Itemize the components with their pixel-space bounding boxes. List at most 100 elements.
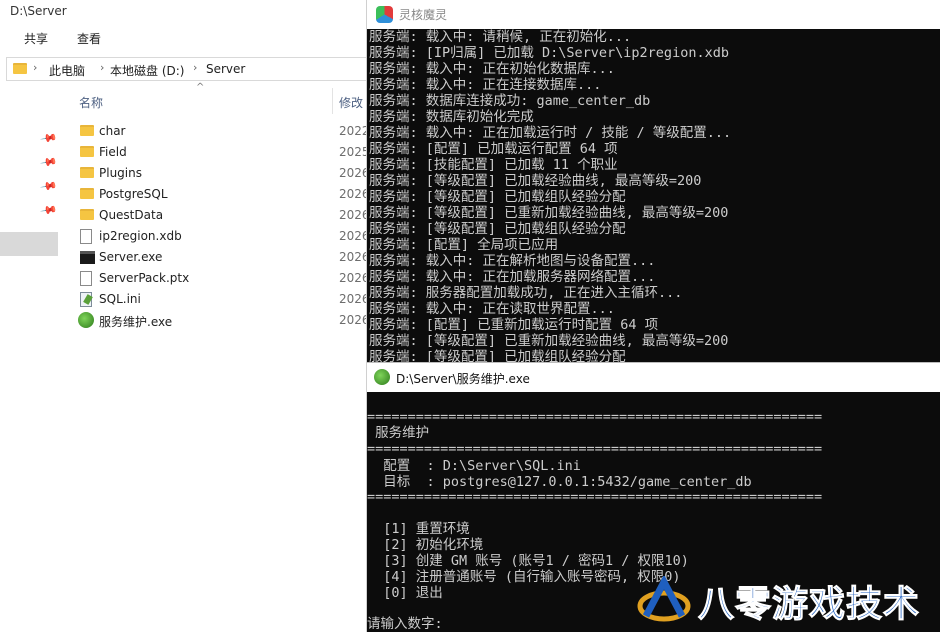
file-row[interactable]: Field 2025 [76, 142, 366, 163]
file-explorer-window: D:\Server 共享 查看 › 此电脑 › 本地磁盘 (D:) › Serv… [0, 0, 367, 632]
file-date: 2026 [339, 271, 367, 285]
file-date: 2026 [339, 229, 367, 243]
file-date: 2026 [339, 208, 367, 222]
file-name: QuestData [99, 208, 164, 222]
file-date: 2025 [339, 145, 367, 159]
file-icon [80, 229, 92, 244]
explorer-title: D:\Server [10, 4, 67, 18]
separator-rule: ========================================… [367, 441, 823, 457]
log-line: 服务端: [等级配置] 已加载组队经验分配 [369, 189, 626, 205]
pin-icon: 📌 [39, 201, 59, 220]
log-line: 服务端: 载入中: 正在读取世界配置... [369, 301, 615, 317]
pin-icon: 📌 [39, 177, 59, 196]
chevron-right-icon: › [193, 61, 198, 74]
file-date: 2026 [339, 292, 367, 306]
console-heading: 服务维护 [367, 425, 430, 441]
file-name: ServerPack.ptx [99, 271, 190, 285]
file-date: 2022 [339, 124, 367, 138]
console-titlebar[interactable]: 灵核魔灵 [367, 0, 940, 29]
folder-icon [80, 125, 94, 136]
file-row[interactable]: SQL.ini 2026 [76, 289, 366, 310]
console-log: 服务端: 载入中: 请稍候, 正在初始化... 服务端: [IP归属] 已加载 D… [369, 29, 940, 362]
log-line: 服务端: [等级配置] 已加载组队经验分配 [369, 221, 626, 237]
folder-icon [80, 209, 94, 220]
menu-option: [1] 重置环境 [367, 521, 470, 537]
folder-icon [80, 146, 94, 157]
ini-file-icon [80, 292, 92, 307]
log-line: 服务端: 服务器配置加载成功, 正在进入主循环... [369, 285, 683, 301]
breadcrumb-server[interactable]: Server [206, 62, 245, 76]
file-row[interactable]: Server.exe 2026 [76, 247, 366, 268]
address-bar[interactable]: › 此电脑 › 本地磁盘 (D:) › Server [6, 57, 366, 81]
file-name: 服务维护.exe [99, 315, 173, 329]
log-line: 服务端: [配置] 已加载运行配置 64 项 [369, 141, 618, 157]
file-row[interactable]: ServerPack.ptx 2026 [76, 268, 366, 289]
app-icon [374, 369, 390, 385]
nav-selected-item[interactable] [0, 232, 58, 256]
config-path: 配置 : D:\Server\SQL.ini [367, 458, 581, 474]
file-row[interactable]: ip2region.xdb 2026 [76, 226, 366, 247]
chevron-right-icon: › [33, 61, 38, 74]
breadcrumb-this-pc[interactable]: 此电脑 [49, 62, 85, 79]
exe-icon [80, 251, 95, 264]
navigation-pane: 📌 📌 📌 📌 [0, 118, 60, 632]
ribbon: 共享 查看 [0, 26, 366, 52]
folder-icon [80, 167, 94, 178]
file-name: ip2region.xdb [99, 229, 182, 243]
separator-rule: ========================================… [367, 409, 823, 425]
app-icon [78, 312, 94, 328]
log-line: 服务端: [等级配置] 已重新加载经验曲线, 最高等级=200 [369, 333, 729, 349]
watermark-text: 八零游戏技术 [697, 584, 921, 626]
log-line: 服务端: 载入中: 正在连接数据库... [369, 77, 602, 93]
folder-icon [13, 63, 27, 74]
menu-option: [3] 创建 GM 账号 (账号1 / 密码1 / 权限10) [367, 553, 689, 569]
menu-option: [2] 初始化环境 [367, 537, 484, 553]
file-icon [80, 271, 92, 286]
menu-option: [0] 退出 [367, 585, 443, 601]
log-line: 服务端: [等级配置] 已加载组队经验分配 [369, 349, 626, 362]
column-header-modified[interactable]: 修改 [339, 94, 363, 111]
log-line: 服务端: 载入中: 正在解析地图与设备配置... [369, 253, 656, 269]
console-titlebar[interactable]: D:\Server\服务维护.exe [367, 362, 940, 392]
file-name: Server.exe [99, 250, 163, 264]
log-line: 服务端: 载入中: 正在初始化数据库... [369, 61, 615, 77]
ribbon-tab-view[interactable]: 查看 [77, 30, 101, 47]
watermark: 八零游戏技术 [632, 572, 932, 628]
separator-rule: ========================================… [367, 489, 823, 505]
file-row[interactable]: Plugins 2026 [76, 163, 366, 184]
log-line: 服务端: 载入中: 正在加载运行时 / 技能 / 等级配置... [369, 125, 732, 141]
log-line: 服务端: 数据库连接成功: game_center_db [369, 93, 651, 109]
chevron-right-icon: › [100, 61, 105, 74]
log-line: 服务端: [配置] 已重新加载运行时配置 64 项 [369, 317, 659, 333]
file-name: SQL.ini [99, 292, 141, 306]
input-prompt[interactable]: 请输入数字: [367, 616, 443, 632]
folder-icon [80, 188, 94, 199]
log-line: 服务端: [配置] 全局项已应用 [369, 237, 559, 253]
console-title: D:\Server\服务维护.exe [396, 372, 530, 386]
file-name: Plugins [99, 166, 142, 180]
log-line: 服务端: [IP归属] 已加载 D:\Server\ip2region.xdb [369, 45, 729, 61]
log-line: 服务端: [技能配置] 已加载 11 个职业 [369, 157, 618, 173]
log-line: 服务端: [等级配置] 已重新加载经验曲线, 最高等级=200 [369, 205, 729, 221]
db-target: 目标 : postgres@127.0.0.1:5432/game_center… [367, 474, 752, 490]
server-console-window: 灵核魔灵 服务端: 载入中: 请稍候, 正在初始化... 服务端: [IP归属] … [367, 0, 940, 362]
file-row[interactable]: 服务维护.exe 2026 [76, 310, 366, 331]
column-header-name[interactable]: 名称 [79, 94, 103, 111]
file-date: 2026 [339, 187, 367, 201]
app-logo-icon [376, 6, 393, 23]
file-name: char [99, 124, 126, 138]
column-divider[interactable] [332, 88, 333, 114]
file-row[interactable]: PostgreSQL 2026 [76, 184, 366, 205]
log-line: 服务端: [等级配置] 已加载经验曲线, 最高等级=200 [369, 173, 702, 189]
file-row[interactable]: QuestData 2026 [76, 205, 366, 226]
ribbon-tab-share[interactable]: 共享 [24, 30, 48, 47]
pin-icon: 📌 [39, 153, 59, 172]
file-row[interactable]: char 2022 [76, 121, 366, 142]
sort-up-icon: ^ [196, 82, 205, 93]
file-name: Field [99, 145, 127, 159]
file-date: 2026 [339, 313, 367, 327]
file-name: PostgreSQL [99, 187, 168, 201]
file-date: 2026 [339, 166, 367, 180]
watermark-logo-icon [637, 576, 691, 622]
breadcrumb-drive-d[interactable]: 本地磁盘 (D:) [110, 62, 184, 79]
